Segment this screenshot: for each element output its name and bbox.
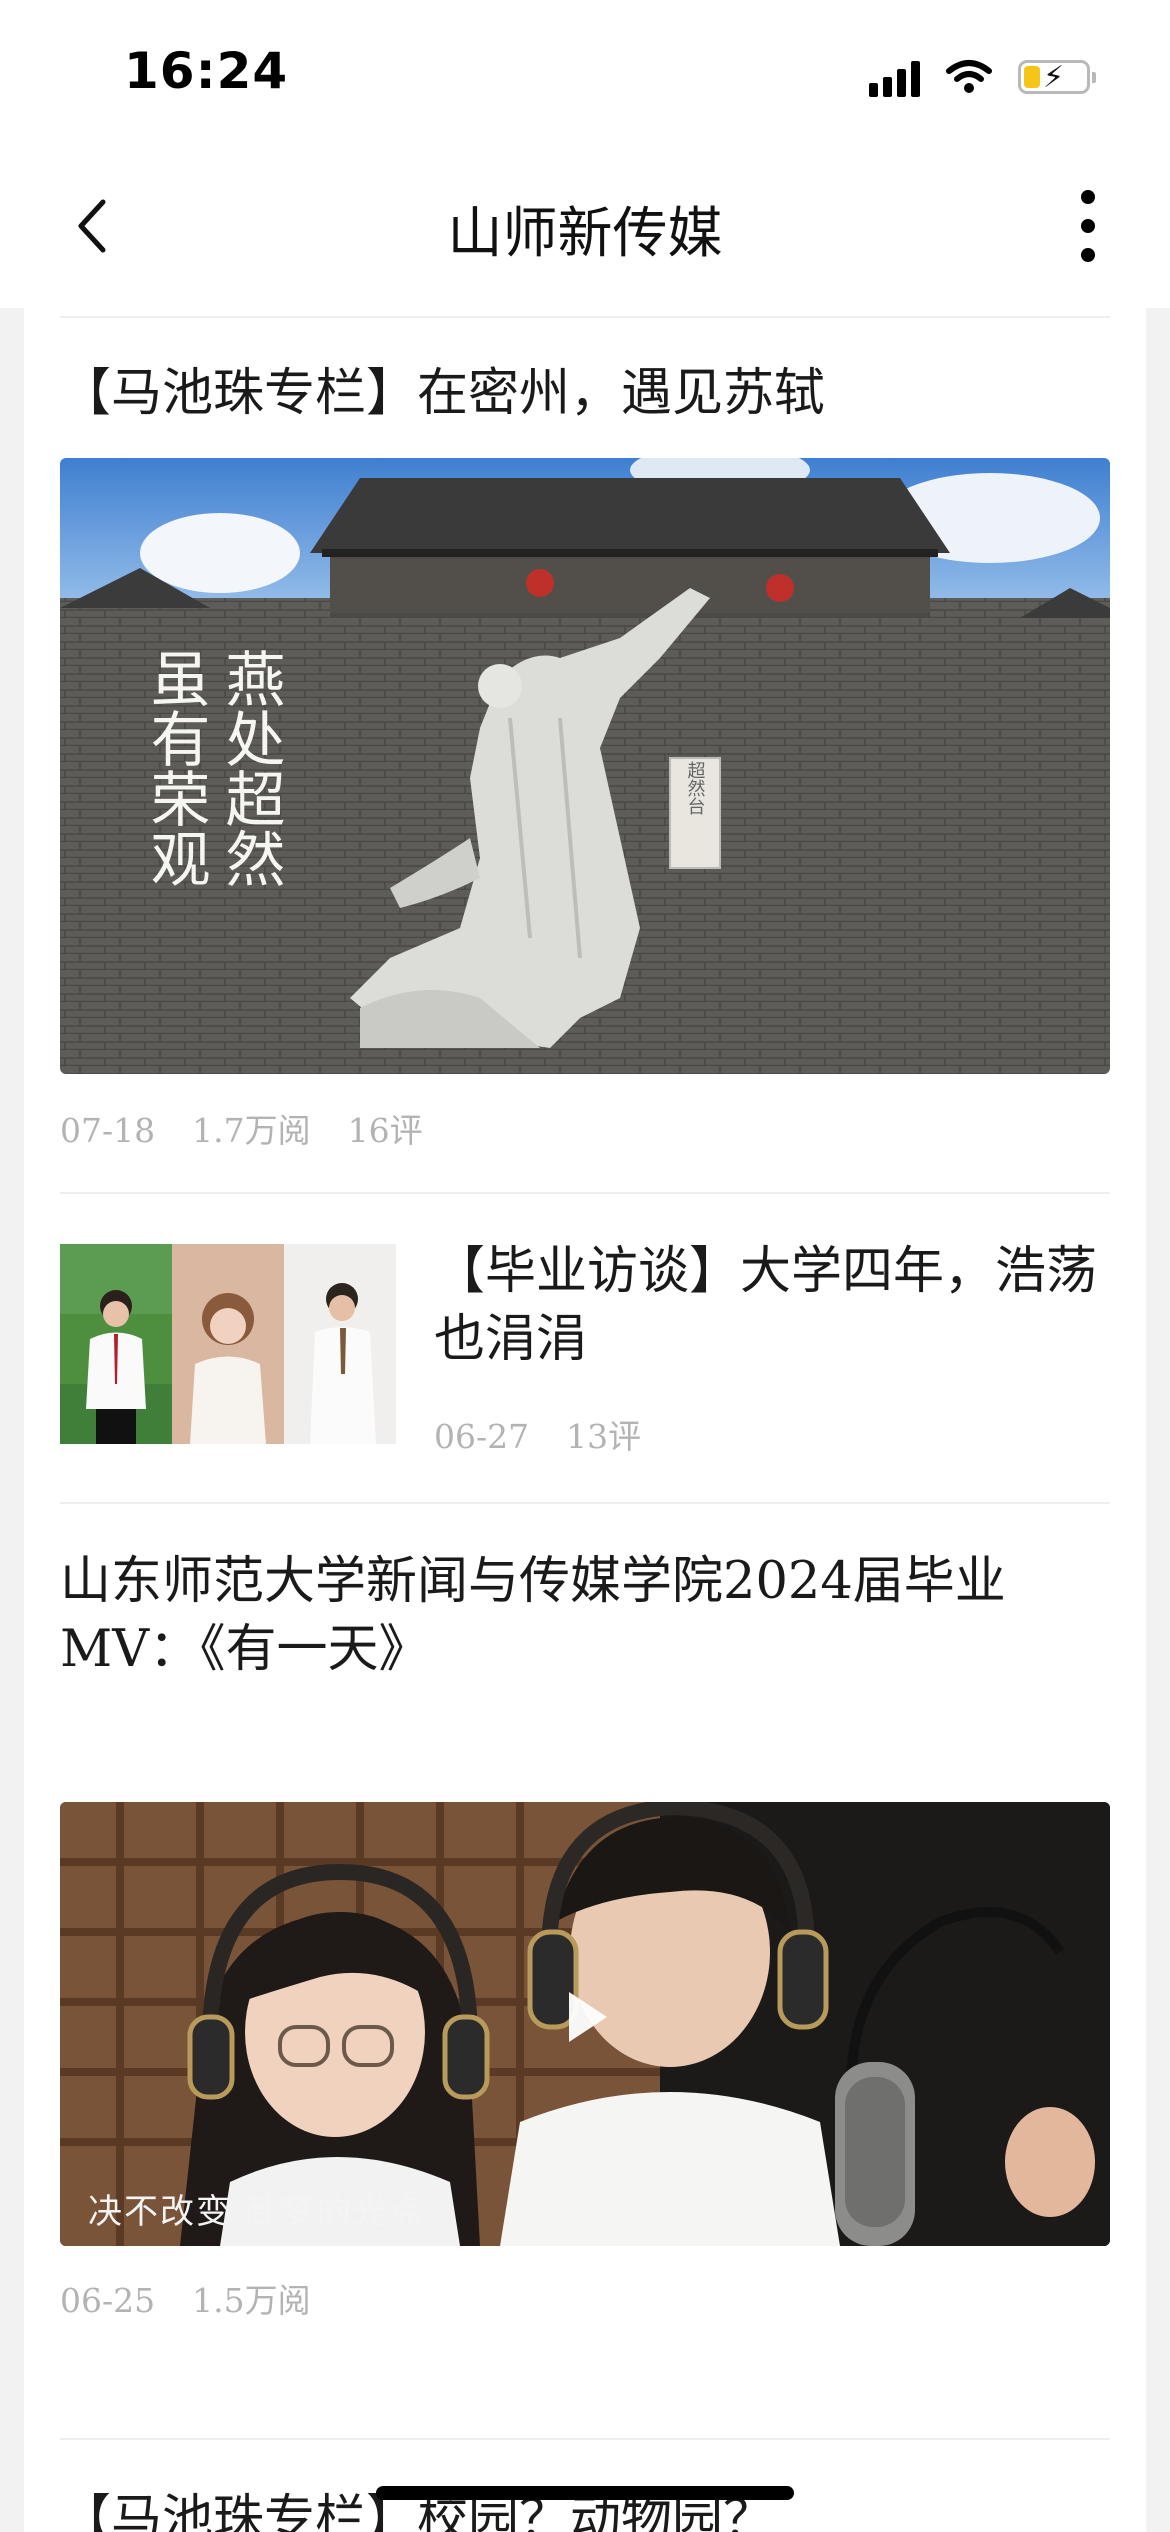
- article-reads: 1.7万阅: [192, 1111, 311, 1150]
- article-comments: 13评: [566, 1417, 642, 1456]
- more-dot-icon: [1081, 219, 1095, 233]
- divider: [60, 2438, 1110, 2440]
- article-date: 06-25: [60, 2281, 156, 2320]
- article-thumbnail[interactable]: [60, 1244, 396, 1444]
- article-cover-image[interactable]: 超然台 燕处超然 虽有荣观: [60, 458, 1110, 1074]
- divider: [60, 1192, 1110, 1194]
- article-comments: 16评: [347, 1111, 423, 1150]
- more-dot-icon: [1081, 248, 1095, 262]
- article-reads: 1.5万阅: [192, 2281, 311, 2320]
- calligraphy-text-left: 虽有荣观: [140, 648, 210, 888]
- wifi-icon: [946, 60, 992, 93]
- status-time: 16:24: [124, 42, 289, 100]
- divider: [60, 316, 1110, 318]
- article-meta: 06-25 1.5万阅: [60, 2274, 311, 2322]
- more-dot-icon: [1081, 190, 1095, 204]
- article-title[interactable]: 【毕业访谈】大学四年，浩荡也涓涓: [434, 1238, 1114, 1374]
- article-meta: 07-18 1.7万阅 16评: [60, 1104, 423, 1152]
- video-thumbnail[interactable]: 决不改变 赴梦的光点: [60, 1802, 1110, 2246]
- battery-icon: ⚡: [1018, 60, 1096, 95]
- article-title[interactable]: 山东师范大学新闻与传媒学院2024届毕业MV：《有一天》: [60, 1548, 1110, 1684]
- play-icon[interactable]: [569, 1992, 607, 2042]
- article-date: 06-27: [434, 1417, 530, 1456]
- home-indicator[interactable]: [376, 2486, 794, 2500]
- more-options-button[interactable]: [1068, 190, 1108, 262]
- plaque-text: 超然台: [685, 761, 706, 815]
- status-bar: 16:24 ⚡: [0, 0, 1170, 150]
- statue-photo: 超然台 燕处超然 虽有荣观: [60, 458, 1110, 1074]
- graduates-photo: [60, 1244, 396, 1444]
- page-title: 山师新传媒: [447, 201, 723, 265]
- article-list[interactable]: 【马池珠专栏】在密州，遇见苏轼 超然台 燕处超然 虽有荣观 07-18 1.7万…: [24, 308, 1146, 2532]
- status-icons: ⚡: [869, 52, 1096, 102]
- article-meta: 06-27 13评: [434, 1410, 641, 1458]
- calligraphy-text-right: 燕处超然: [215, 648, 285, 888]
- nav-bar: 山师新传媒: [0, 150, 1170, 308]
- video-subtitle: 决不改变 赴梦的光点: [88, 2192, 425, 2232]
- divider: [60, 1502, 1110, 1504]
- article-date: 07-18: [60, 1111, 156, 1150]
- article-title[interactable]: 【马池珠专栏】在密州，遇见苏轼: [60, 360, 1110, 428]
- cellular-signal-icon: [869, 57, 920, 97]
